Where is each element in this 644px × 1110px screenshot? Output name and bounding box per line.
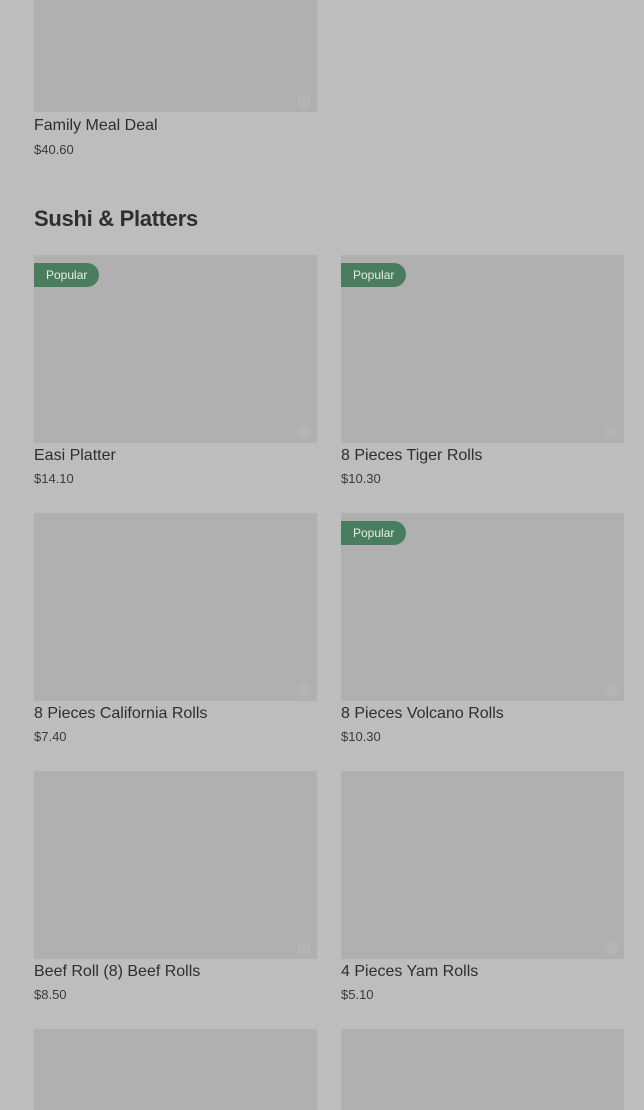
menu-item-price: $10.30 — [341, 471, 381, 486]
menu-item-image: Popular — [34, 255, 317, 443]
menu-item-card[interactable]: Popular Easi Platter $14.10 — [34, 255, 317, 486]
image-corner-mark — [297, 941, 311, 955]
menu-item-name: 8 Pieces California Rolls — [34, 705, 208, 722]
menu-item-price: $5.10 — [341, 987, 374, 1002]
image-corner-mark — [604, 683, 618, 697]
menu-item-price: $8.50 — [34, 987, 67, 1002]
menu-item-card[interactable] — [34, 1029, 317, 1110]
menu-item-card[interactable]: 4 Pieces Yam Rolls $5.10 — [341, 771, 624, 1002]
menu-item-card[interactable]: 8 Pieces California Rolls $7.40 — [34, 513, 317, 744]
menu-item-price: $7.40 — [34, 729, 67, 744]
section-title: Sushi & Platters — [34, 206, 198, 231]
menu-item-card[interactable]: Popular 8 Pieces Tiger Rolls $10.30 — [341, 255, 624, 486]
menu-item-price: $40.60 — [34, 142, 74, 157]
menu-item-name: Family Meal Deal — [34, 117, 158, 134]
menu-item-card[interactable]: Popular 8 Pieces Volcano Rolls $10.30 — [341, 513, 624, 744]
image-corner-mark — [297, 425, 311, 439]
menu-item-name: 8 Pieces Volcano Rolls — [341, 705, 504, 722]
menu-page: Family Meal Deal $40.60 Sushi & Platters… — [0, 0, 644, 1110]
menu-item-image — [34, 0, 317, 112]
menu-item-image — [34, 771, 317, 959]
menu-item-price: $10.30 — [341, 729, 381, 744]
image-corner-mark — [297, 94, 311, 108]
menu-item-card[interactable]: Beef Roll (8) Beef Rolls $8.50 — [34, 771, 317, 1002]
image-corner-mark — [297, 683, 311, 697]
popular-badge: Popular — [341, 521, 407, 545]
menu-item-image: Popular — [341, 513, 624, 701]
menu-item-image — [341, 771, 624, 959]
popular-badge: Popular — [34, 263, 100, 287]
menu-item-name: Beef Roll (8) Beef Rolls — [34, 963, 201, 980]
menu-item-name: 4 Pieces Yam Rolls — [341, 963, 479, 980]
image-corner-mark — [604, 425, 618, 439]
menu-item-price: $14.10 — [34, 471, 74, 486]
image-corner-mark — [604, 941, 618, 955]
menu-item-image — [34, 513, 317, 701]
popular-badge: Popular — [341, 263, 407, 287]
menu-item-image — [34, 1029, 317, 1110]
menu-item-name: Easi Platter — [34, 447, 116, 464]
menu-item-name: 8 Pieces Tiger Rolls — [341, 447, 483, 464]
menu-item-card[interactable]: Family Meal Deal $40.60 — [34, 0, 317, 157]
menu-item-image — [341, 1029, 624, 1110]
menu-item-card[interactable] — [341, 1029, 624, 1110]
menu-item-image: Popular — [341, 255, 624, 443]
